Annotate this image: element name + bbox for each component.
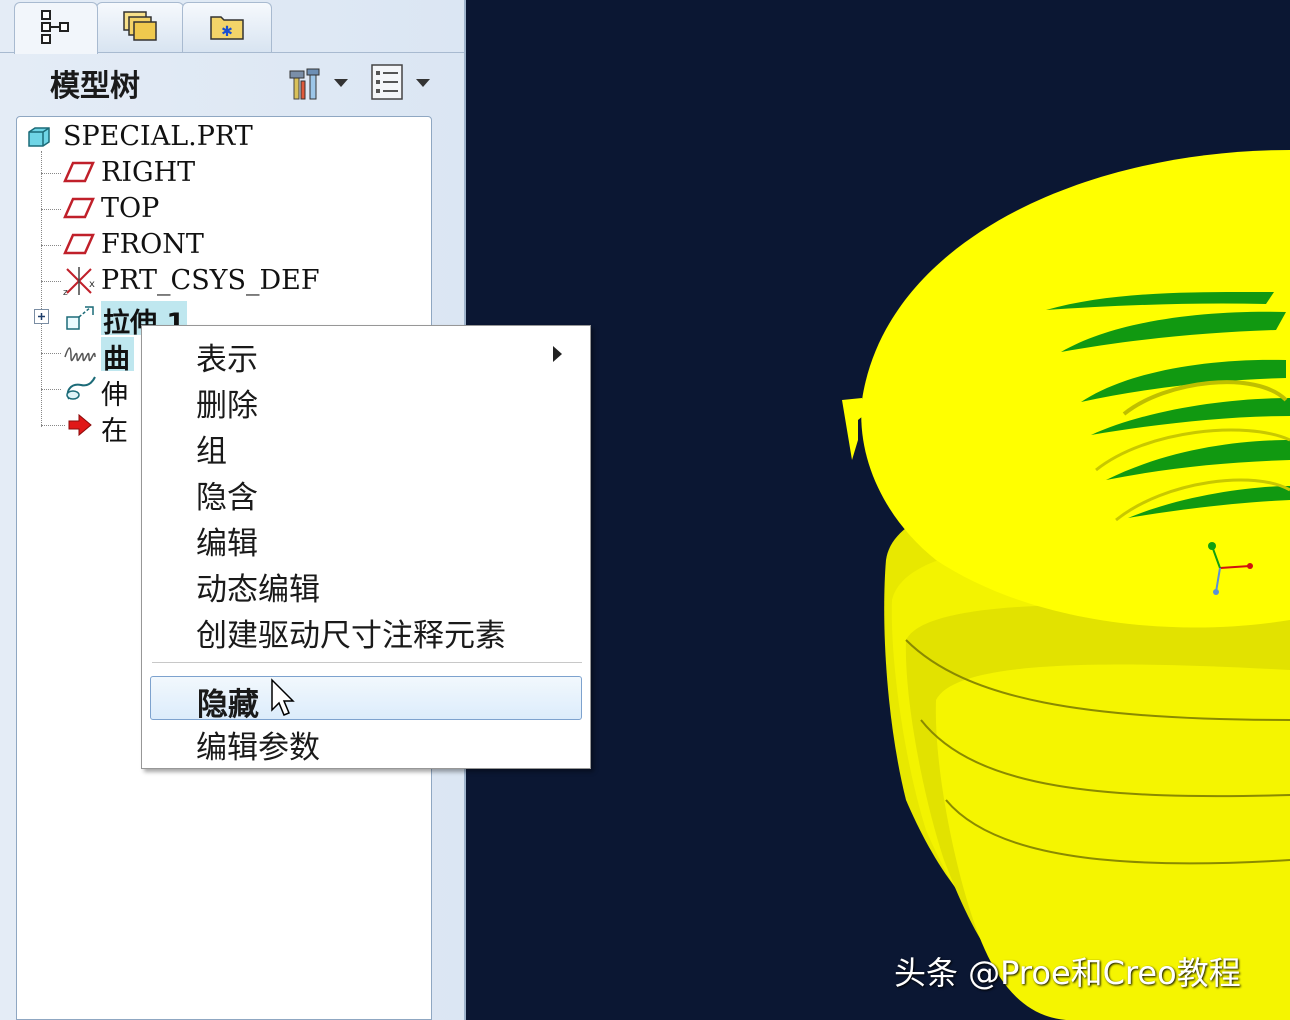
menu-item-hide[interactable]: 隐藏 <box>150 676 582 723</box>
tree-connector <box>41 173 61 174</box>
tree-item-front[interactable]: FRONT <box>17 227 427 263</box>
menu-item-show[interactable]: 表示 <box>150 332 582 378</box>
tree-tools-button[interactable] <box>286 63 352 103</box>
insert-here-arrow-icon <box>67 413 93 441</box>
menu-item-label: 动态编辑 <box>196 572 320 608</box>
tab-model-tree[interactable] <box>14 2 98 54</box>
menu-item-create-driving-dimension[interactable]: 创建驱动尺寸注释元素 <box>150 608 582 654</box>
menu-item-delete[interactable]: 删除 <box>150 378 582 424</box>
chevron-down-icon <box>416 79 430 87</box>
tab-folder-browser[interactable] <box>96 2 184 52</box>
tree-item-right[interactable]: RIGHT <box>17 155 427 191</box>
helix-curve-icon <box>63 343 97 367</box>
panel-title: 模型树 <box>50 69 140 104</box>
tree-header: 模型树 <box>0 53 444 111</box>
datum-plane-icon <box>63 233 95 259</box>
watermark: 头条 @Proe和Creo教程 <box>894 954 1241 992</box>
tree-root-label: SPECIAL.PRT <box>63 121 253 152</box>
tree-item-label: 曲 <box>101 337 134 375</box>
tree-connector <box>41 425 65 426</box>
datum-plane-icon <box>63 197 95 223</box>
menu-separator <box>152 662 582 663</box>
expand-plus-icon[interactable] <box>34 309 49 324</box>
menu-item-label: 编辑参数 <box>196 730 320 766</box>
context-menu: 表示 删除 组 隐含 编辑 动态编辑 创建驱动尺寸注释元素 隐藏 编辑参数 <box>141 325 591 769</box>
menu-item-edit-parameters[interactable]: 编辑参数 <box>150 720 582 766</box>
svg-text:x: x <box>89 279 95 290</box>
menu-item-label: 表示 <box>196 342 258 378</box>
menu-item-label: 隐含 <box>196 480 258 516</box>
tree-connector <box>41 245 61 246</box>
menu-item-label: 组 <box>196 434 227 470</box>
tree-item-label: TOP <box>101 193 160 224</box>
menu-item-label: 编辑 <box>196 526 258 562</box>
svg-text:✱: ✱ <box>221 24 233 40</box>
tree-item-top[interactable]: TOP <box>17 191 427 227</box>
favorites-tab-icon: ✱ <box>209 11 245 45</box>
coordinate-system-icon: x z <box>61 265 97 301</box>
tree-view-settings-icon <box>370 63 406 107</box>
tab-favorites[interactable]: ✱ <box>182 2 272 52</box>
menu-item-suppress[interactable]: 隐含 <box>150 470 582 516</box>
tree-item-label: PRT_CSYS_DEF <box>101 265 320 296</box>
tree-item-csys[interactable]: x z PRT_CSYS_DEF <box>17 263 427 299</box>
tree-connector <box>41 389 61 390</box>
submenu-arrow-icon <box>553 346 562 362</box>
menu-item-label: 隐藏 <box>197 687 259 723</box>
part-icon <box>27 126 51 152</box>
extrude-icon <box>65 303 97 337</box>
folder-browser-tab-icon <box>120 8 160 48</box>
datum-plane-icon <box>63 161 95 187</box>
tree-connector <box>41 353 61 354</box>
sweep-icon <box>63 373 99 409</box>
tree-view-settings-button[interactable] <box>368 63 434 103</box>
menu-item-label: 删除 <box>196 388 258 424</box>
chevron-down-icon <box>334 79 348 87</box>
mouse-cursor-icon <box>270 678 296 722</box>
tree-connector <box>41 209 61 210</box>
tree-root-item[interactable]: SPECIAL.PRT <box>17 119 427 155</box>
tree-connector <box>41 281 61 282</box>
menu-item-dynamic-edit[interactable]: 动态编辑 <box>150 562 582 608</box>
menu-item-group[interactable]: 组 <box>150 424 582 470</box>
model-tree-tab-icon <box>40 9 72 49</box>
tree-tools-icon <box>288 65 328 105</box>
tree-item-label: RIGHT <box>101 157 196 188</box>
tree-item-label: 在 <box>101 416 128 447</box>
svg-text:z: z <box>63 288 68 297</box>
tree-item-label: FRONT <box>101 229 204 260</box>
menu-item-edit[interactable]: 编辑 <box>150 516 582 562</box>
menu-item-label: 创建驱动尺寸注释元素 <box>196 618 506 654</box>
